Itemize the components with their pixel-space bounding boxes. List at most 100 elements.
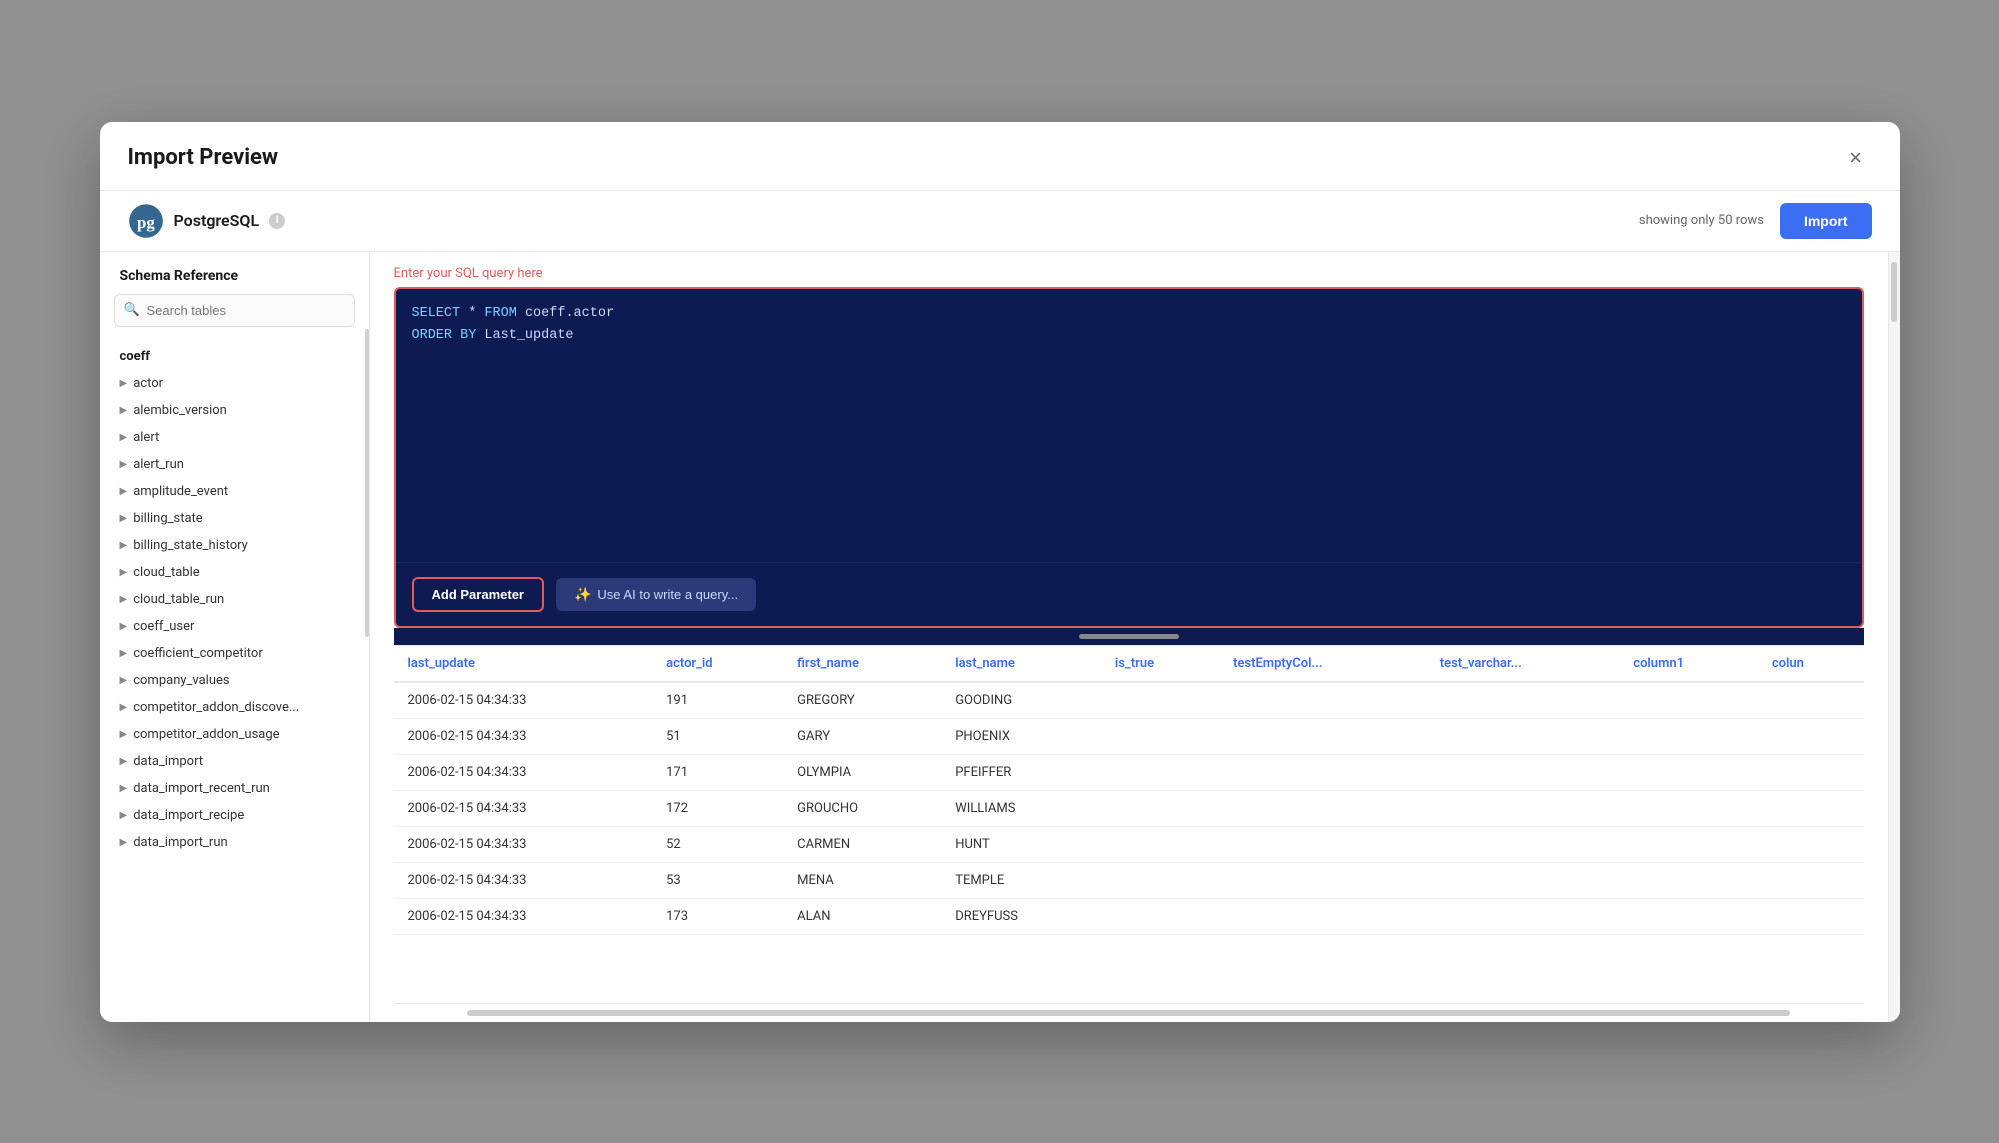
cell (1426, 791, 1620, 827)
import-button[interactable]: Import (1780, 203, 1872, 239)
cell: GREGORY (783, 682, 941, 719)
rows-info: showing only 50 rows (1639, 213, 1764, 228)
table-horizontal-scrollbar[interactable] (467, 1010, 1790, 1016)
col-column1: column1 (1619, 646, 1758, 682)
sql-text: * (468, 306, 484, 321)
table-item[interactable]: ▶competitor_addon_discove... (110, 694, 359, 721)
arrow-icon: ▶ (120, 756, 128, 767)
table-item[interactable]: ▶billing_state (110, 505, 359, 532)
cell: 191 (652, 682, 783, 719)
cell (1758, 755, 1864, 791)
table-item[interactable]: ▶ competitor_addon_usage (110, 721, 359, 748)
cell: 52 (652, 827, 783, 863)
scroll-indicator-area (394, 628, 1864, 645)
table-item[interactable]: ▶data_import (110, 748, 359, 775)
table-item[interactable]: ▶coeff_user (110, 613, 359, 640)
table-name: alert (133, 430, 159, 445)
cell (1101, 899, 1219, 935)
sql-editor-code[interactable]: SELECT * FROM coeff.actor ORDER BY Last_… (396, 289, 1862, 363)
cell (1219, 899, 1426, 935)
table-name: coefficient_competitor (133, 646, 263, 661)
col-test-varchar: test_varchar... (1426, 646, 1620, 682)
table-item[interactable]: ▶cloud_table (110, 559, 359, 586)
cell (1101, 682, 1219, 719)
arrow-icon: ▶ (120, 810, 128, 821)
search-icon: 🔍 (124, 303, 140, 318)
sql-hint: Enter your SQL query here (394, 266, 543, 281)
cell (1758, 827, 1864, 863)
cell (1219, 863, 1426, 899)
table-item[interactable]: ▶data_import_run (110, 829, 359, 856)
sql-keyword-select: SELECT (412, 306, 461, 321)
cell: 171 (652, 755, 783, 791)
search-input[interactable] (114, 294, 355, 327)
cell (1219, 719, 1426, 755)
cell (1426, 899, 1620, 935)
cell (1101, 719, 1219, 755)
table-name: actor (133, 376, 163, 391)
info-icon[interactable]: i (269, 213, 285, 229)
postgresql-logo: pg (128, 203, 164, 239)
cell: ALAN (783, 899, 941, 935)
db-name-label: PostgreSQL (174, 211, 260, 230)
cell (1758, 899, 1864, 935)
cell: GOODING (941, 682, 1101, 719)
vertical-scrollbar-track[interactable] (1888, 252, 1900, 1022)
horizontal-scrollbar[interactable] (1079, 634, 1179, 639)
table-item[interactable]: ▶coefficient_competitor (110, 640, 359, 667)
table-name: alert_run (133, 457, 184, 472)
cell: 53 (652, 863, 783, 899)
table-item[interactable]: ▶alembic_version (110, 397, 359, 424)
cell (1619, 899, 1758, 935)
svg-text:pg: pg (137, 213, 155, 232)
table-item[interactable]: ▶billing_state_history (110, 532, 359, 559)
arrow-icon: ▶ (120, 405, 128, 416)
table-name: company_values (133, 673, 229, 688)
arrow-icon: ▶ (120, 729, 128, 740)
cell: MENA (783, 863, 941, 899)
table-row: 2006-02-15 04:34:33 51 GARY PHOENIX (394, 719, 1864, 755)
cell (1219, 827, 1426, 863)
cell (1101, 791, 1219, 827)
table-name: data_import_recent_run (133, 781, 270, 796)
cell: PHOENIX (941, 719, 1101, 755)
table-name: competitor_addon_usage (133, 727, 279, 742)
table-item[interactable]: ▶alert (110, 424, 359, 451)
table-name: billing_state (133, 511, 202, 526)
cell (1426, 755, 1620, 791)
table-row: 2006-02-15 04:34:33 173 ALAN DREYFUSS (394, 899, 1864, 935)
cell (1619, 719, 1758, 755)
sql-hint-area: Enter your SQL query here (370, 252, 1888, 287)
sql-keyword-from: FROM (484, 306, 516, 321)
ai-query-button[interactable]: ✨ Use AI to write a query... (556, 578, 756, 611)
table-header: last_update actor_id first_name last_nam… (394, 646, 1864, 682)
cell: DREYFUSS (941, 899, 1101, 935)
results-section[interactable]: last_update actor_id first_name last_nam… (394, 645, 1864, 1002)
cell: 2006-02-15 04:34:33 (394, 899, 653, 935)
table-item[interactable]: ▶alert_run (110, 451, 359, 478)
table-name: cloud_table (133, 565, 199, 580)
close-button[interactable]: × (1840, 142, 1872, 174)
table-name: competitor_addon_discove... (133, 700, 299, 715)
sidebar-scrollbar[interactable] (365, 329, 369, 637)
cell: GROUCHO (783, 791, 941, 827)
cell (1758, 791, 1864, 827)
table-row: 2006-02-15 04:34:33 191 GREGORY GOODING (394, 682, 1864, 719)
search-box: 🔍 (114, 294, 355, 327)
sql-editor-empty-area[interactable] (396, 362, 1862, 562)
vertical-scrollbar-thumb[interactable] (1891, 262, 1897, 322)
table-item[interactable]: ▶data_import_recipe (110, 802, 359, 829)
table-item[interactable]: ▶amplitude_event (110, 478, 359, 505)
arrow-icon: ▶ (120, 540, 128, 551)
modal-title: Import Preview (128, 145, 279, 170)
table-item[interactable]: ▶actor (110, 370, 359, 397)
cell (1426, 827, 1620, 863)
table-item[interactable]: ▶cloud_table_run (110, 586, 359, 613)
sql-editor-block[interactable]: SELECT * FROM coeff.actor ORDER BY Last_… (394, 287, 1864, 629)
cell (1619, 863, 1758, 899)
table-item[interactable]: ▶company_values (110, 667, 359, 694)
arrow-icon: ▶ (120, 594, 128, 605)
cell: GARY (783, 719, 941, 755)
table-item[interactable]: ▶data_import_recent_run (110, 775, 359, 802)
add-parameter-button[interactable]: Add Parameter (412, 577, 544, 612)
